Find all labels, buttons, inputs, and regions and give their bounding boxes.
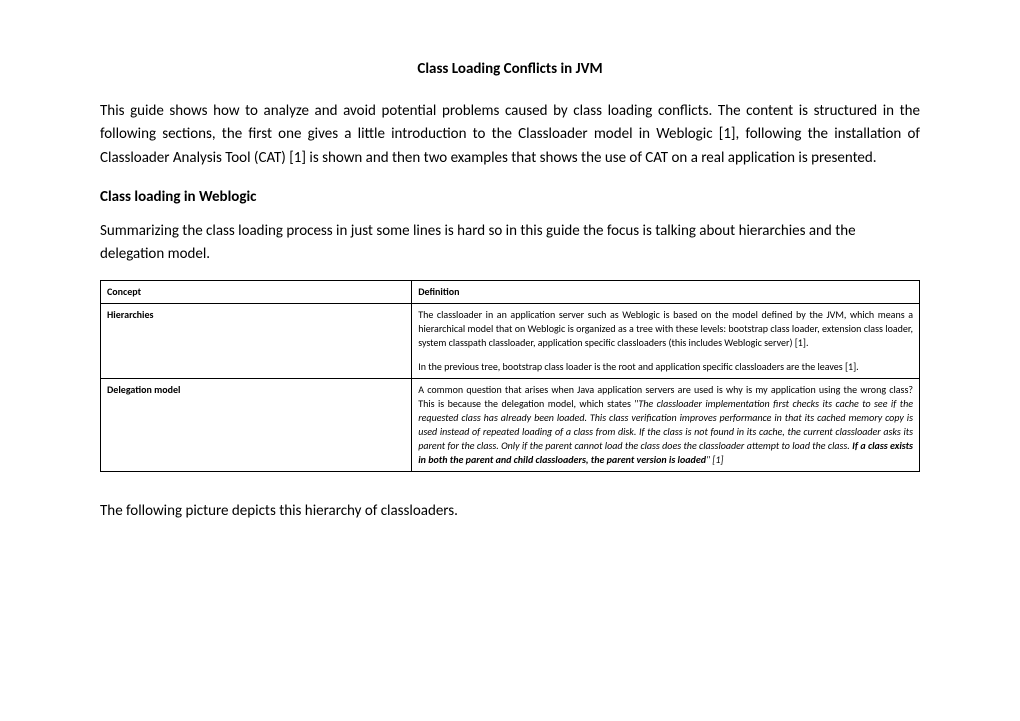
definition-cell: A common question that arises when Java … (412, 379, 920, 472)
table-row: Delegation model A common question that … (101, 379, 920, 472)
definition-para: A common question that arises when Java … (418, 383, 913, 467)
closing-paragraph: The following picture depicts this hiera… (100, 500, 920, 523)
definition-para: The classloader in an application server… (418, 308, 913, 350)
section-heading-weblogic: Class loading in Weblogic (100, 188, 920, 206)
header-definition: Definition (412, 281, 920, 304)
def-suffix-text: " [1] (706, 453, 723, 466)
table-header-row: Concept Definition (101, 281, 920, 304)
header-concept: Concept (101, 281, 412, 304)
definition-cell: The classloader in an application server… (412, 304, 920, 379)
section-description: Summarizing the class loading process in… (100, 220, 920, 267)
intro-paragraph: This guide shows how to analyze and avoi… (100, 100, 920, 170)
document-title: Class Loading Conflicts in JVM (100, 60, 920, 78)
concept-cell: Hierarchies (101, 304, 412, 379)
definition-para: In the previous tree, bootstrap class lo… (418, 360, 913, 374)
table-row: Hierarchies The classloader in an applic… (101, 304, 920, 379)
concept-cell: Delegation model (101, 379, 412, 472)
concepts-table: Concept Definition Hierarchies The class… (100, 280, 920, 472)
